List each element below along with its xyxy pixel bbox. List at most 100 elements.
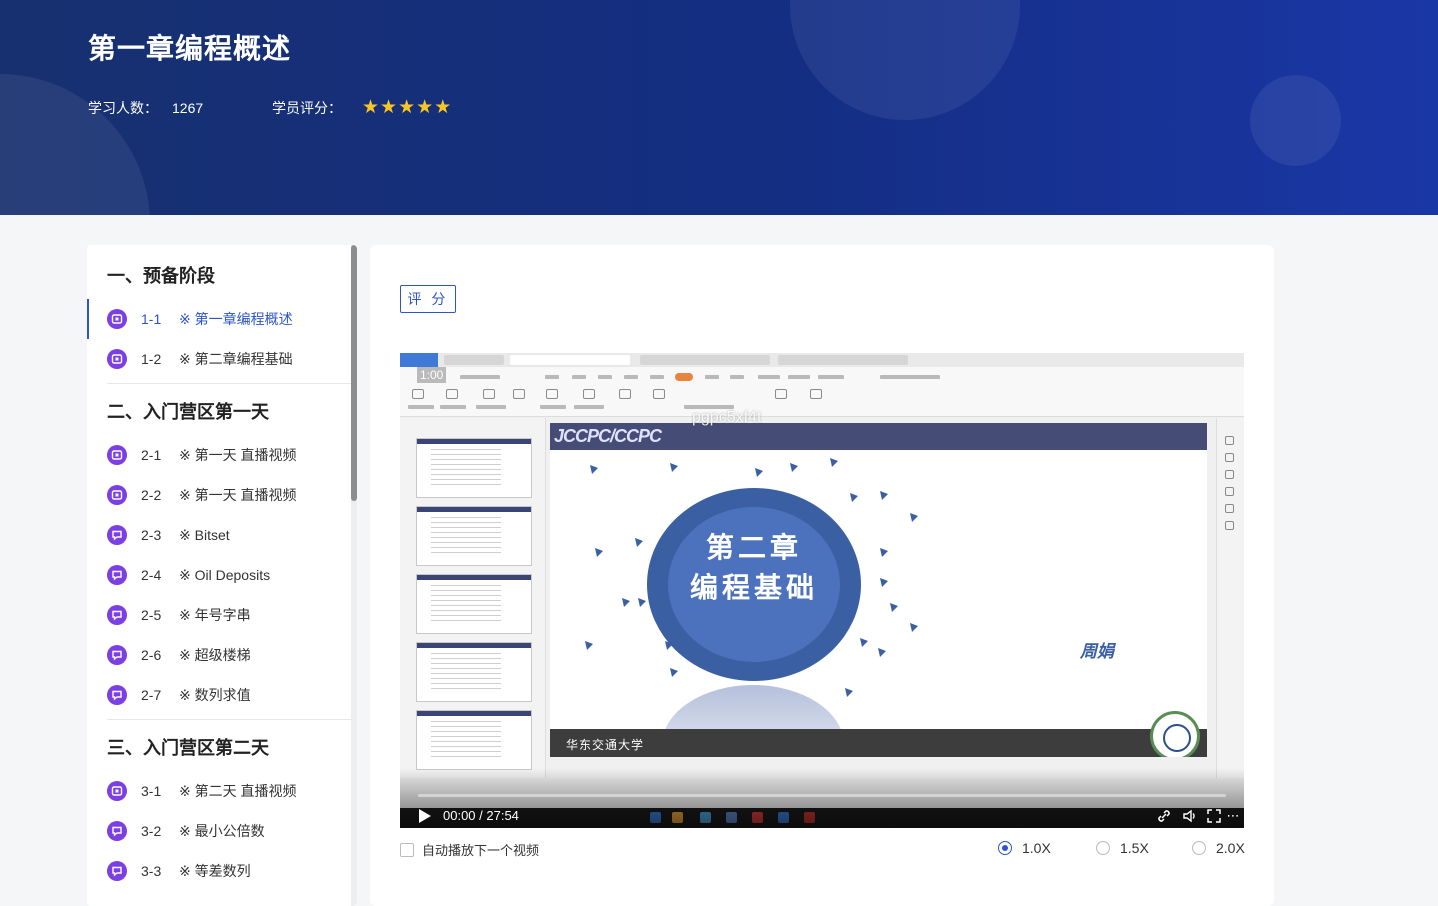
autoplay-option[interactable]: 自动播放下一个视频	[400, 840, 539, 859]
rating-stars: ★ ★ ★ ★ ★	[362, 98, 452, 118]
recorded-time-overlay: 1:00	[417, 367, 447, 383]
recorded-ribbon	[400, 367, 1244, 417]
slide-shard	[585, 641, 593, 650]
recorded-tab	[444, 355, 504, 365]
speed-label: 1.5X	[1120, 840, 1149, 856]
slide-shard	[910, 623, 918, 632]
speed-option-1-5x[interactable]: 1.5X	[1096, 840, 1149, 856]
lesson-item-1-1[interactable]: 1-1 ※ 第一章编程概述	[87, 299, 351, 339]
star-icon: ★	[398, 97, 416, 118]
speed-radio[interactable]	[1096, 841, 1110, 855]
slide-university: 华东交通大学	[566, 738, 645, 752]
speed-option-1x[interactable]: 1.0X	[998, 840, 1051, 856]
recorded-home-tab	[400, 353, 438, 367]
course-outline-sidebar: 一、预备阶段 1-1 ※ 第一章编程概述 1-2 ※ 第二章编程基础二、入门营区第一天 2…	[87, 245, 357, 906]
slide-shard	[910, 513, 918, 522]
exercise-icon	[107, 565, 127, 585]
decorative-circle	[1250, 75, 1341, 166]
lesson-name: ※ Oil Deposits	[179, 566, 271, 583]
video-player[interactable]: 1:00 JCCPC/CCPC 第二章 编程基础 周娟 华东交通大学 pgpc5…	[400, 353, 1244, 828]
recorded-tab	[778, 355, 908, 365]
slide-shard	[860, 638, 868, 647]
lesson-item-2-5[interactable]: 2-5 ※ 年号字串	[87, 595, 351, 635]
lesson-name: ※ 等差数列	[179, 863, 251, 879]
star-icon: ★	[380, 97, 398, 118]
section-title: 一、预备阶段	[107, 266, 215, 286]
slide-shard	[878, 648, 886, 657]
lesson-code: 3-3	[141, 863, 162, 879]
video-time: 00:00 / 27:54	[443, 808, 519, 823]
rate-button[interactable]: 评 分	[400, 285, 456, 313]
lesson-item-2-6[interactable]: 2-6 ※ 超级楼梯	[87, 635, 351, 675]
lesson-code: 1-1	[141, 311, 162, 327]
exercise-icon	[107, 525, 127, 545]
course-title: 第一章编程概述	[88, 33, 292, 64]
speed-radio[interactable]	[998, 841, 1012, 855]
lesson-item-1-2[interactable]: 1-2 ※ 第二章编程基础	[87, 339, 351, 379]
lesson-code: 2-7	[141, 687, 162, 703]
fullscreen-icon[interactable]	[1206, 808, 1222, 824]
speed-option-2x[interactable]: 2.0X	[1192, 840, 1245, 856]
lesson-name: ※ 年号字串	[179, 607, 251, 623]
recorded-slide-thumbnails	[400, 418, 546, 778]
recorded-slide: JCCPC/CCPC 第二章 编程基础 周娟 华东交通大学	[550, 423, 1207, 757]
slide-shard	[845, 688, 853, 697]
lesson-code: 2-6	[141, 647, 162, 663]
decorative-circle	[790, 0, 1020, 120]
lesson-item-2-7[interactable]: 2-7 ※ 数列求值	[87, 675, 351, 715]
lesson-name: ※ 最小公倍数	[179, 823, 265, 839]
section-divider	[107, 383, 351, 384]
slide-shard	[830, 458, 838, 467]
slide-shard	[590, 465, 598, 474]
slide-shard	[622, 598, 630, 607]
slide-chapter-title: 第二章 编程基础	[689, 531, 818, 604]
exercise-icon	[107, 861, 127, 881]
exercise-icon	[107, 645, 127, 665]
star-icon: ★	[362, 97, 380, 118]
lesson-item-3-1[interactable]: 3-1 ※ 第二天 直播视频	[87, 771, 351, 811]
play-icon[interactable]	[418, 808, 432, 824]
video-icon	[107, 781, 127, 801]
lesson-name: ※ 超级楼梯	[179, 647, 251, 663]
lesson-item-3-2[interactable]: 3-2 ※ 最小公倍数	[87, 811, 351, 851]
more-options-icon[interactable]: ⋯	[1226, 808, 1240, 824]
university-seal	[1150, 711, 1200, 757]
lesson-item-2-4[interactable]: 2-4 ※ Oil Deposits	[87, 555, 351, 595]
slide-shard	[670, 668, 678, 677]
lesson-name: ※ 第一天 直播视频	[179, 447, 297, 463]
slide-shard	[755, 468, 763, 477]
slide-shard	[850, 493, 858, 502]
video-watermark: pgpc5xf4t	[692, 409, 762, 426]
lesson-code: 2-3	[141, 527, 162, 543]
course-meta: 学习人数： 1267 学员评分： ★ ★ ★ ★ ★	[88, 98, 452, 118]
lesson-code: 2-4	[141, 567, 162, 583]
lesson-code: 1-2	[141, 351, 162, 367]
lesson-code: 3-1	[141, 783, 162, 799]
recorded-ribbon-active-tab	[675, 373, 693, 381]
rating-label: 学员评分：	[272, 100, 342, 116]
course-header: 第一章编程概述 学习人数： 1267 学员评分： ★ ★ ★ ★ ★	[0, 0, 1438, 215]
decorative-circle	[0, 74, 150, 215]
volume-icon[interactable]	[1182, 808, 1198, 824]
lesson-name: ※ 第二章编程基础	[179, 351, 293, 367]
slide-shard	[880, 578, 888, 587]
slide-shard	[880, 491, 888, 500]
exercise-icon	[107, 685, 127, 705]
lesson-code: 3-2	[141, 823, 162, 839]
slide-shard	[890, 603, 898, 612]
lesson-item-2-1[interactable]: 2-1 ※ 第一天 直播视频	[87, 435, 351, 475]
lesson-item-3-3[interactable]: 3-3 ※ 等差数列	[87, 851, 351, 891]
section-title: 二、入门营区第一天	[107, 402, 269, 422]
section-divider	[107, 719, 351, 720]
speed-radio[interactable]	[1192, 841, 1206, 855]
recorded-app-tabs	[400, 353, 1244, 367]
lesson-name: ※ 第二天 直播视频	[179, 783, 297, 799]
star-icon: ★	[434, 97, 452, 118]
lesson-item-2-3[interactable]: 2-3 ※ Bitset	[87, 515, 351, 555]
slide-shard	[790, 463, 798, 472]
video-progress-bar[interactable]	[418, 794, 1226, 797]
sidebar-scrollbar-thumb[interactable]	[351, 245, 357, 501]
autoplay-checkbox[interactable]	[400, 842, 414, 857]
link-icon[interactable]	[1156, 808, 1172, 824]
lesson-item-2-2[interactable]: 2-2 ※ 第一天 直播视频	[87, 475, 351, 515]
